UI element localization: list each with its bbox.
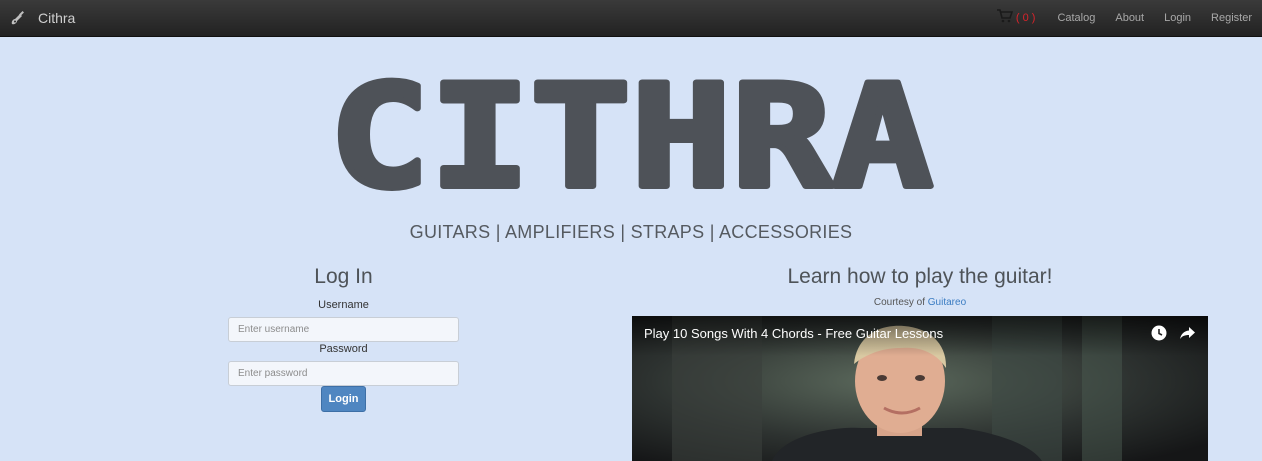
watch-later-icon[interactable]: [1151, 325, 1167, 346]
nav-links: ( 0 ) Catalog About Login Register: [989, 0, 1262, 36]
guitareo-link[interactable]: Guitareo: [928, 297, 966, 308]
video-controls: [1151, 325, 1196, 346]
video-player[interactable]: Play 10 Songs With 4 Chords - Free Guita…: [632, 316, 1208, 461]
nav-login[interactable]: Login: [1154, 12, 1201, 24]
password-input[interactable]: [228, 361, 459, 386]
courtesy-text: Courtesy of Guitareo: [632, 297, 1208, 308]
category-tagline: GUITARS | AMPLIFIERS | STRAPS | ACCESSOR…: [409, 222, 853, 242]
cart-link[interactable]: ( 0 ): [989, 8, 1048, 28]
video-section-title: Learn how to play the guitar!: [787, 265, 1053, 288]
brand-label: Cithra: [38, 10, 76, 26]
nav-catalog[interactable]: Catalog: [1047, 12, 1105, 24]
username-label: Username: [318, 299, 369, 311]
brand-link[interactable]: Cithra: [10, 0, 75, 36]
cithra-logo: CITHRA: [326, 72, 936, 194]
cart-count: ( 0 ): [1015, 12, 1036, 24]
video-title: Play 10 Songs With 4 Chords - Free Guita…: [644, 326, 944, 341]
guitar-icon: [10, 10, 26, 26]
courtesy-prefix: Courtesy of: [873, 297, 925, 308]
cart-icon: [996, 8, 1013, 28]
nav-about[interactable]: About: [1105, 12, 1154, 24]
login-title: Log In: [314, 265, 373, 288]
password-label: Password: [319, 343, 368, 355]
svg-text:CITHRA: CITHRA: [329, 72, 933, 194]
login-button[interactable]: Login: [321, 386, 366, 412]
username-input[interactable]: [228, 317, 459, 342]
top-navbar: Cithra ( 0 ) Catalog About Login Registe…: [0, 0, 1262, 37]
nav-register[interactable]: Register: [1201, 12, 1262, 24]
share-icon[interactable]: [1179, 325, 1196, 346]
